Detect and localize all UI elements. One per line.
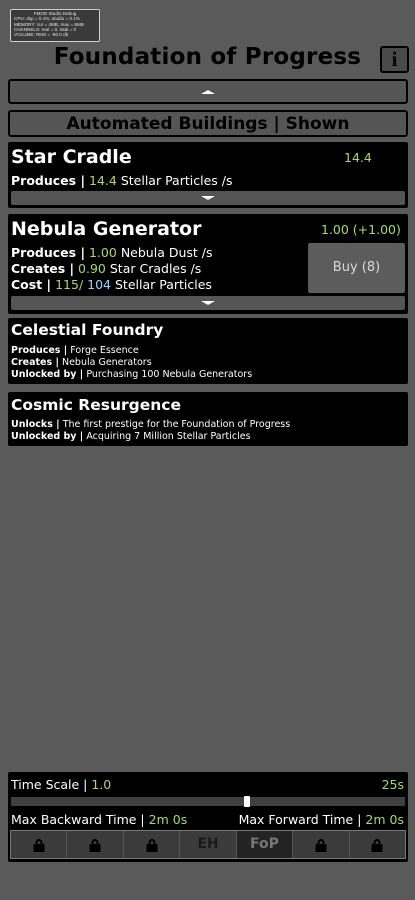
time-panel: Time Scale | 1.0 25s Max Backward Time |… <box>8 772 408 862</box>
collapse-up-button[interactable] <box>8 79 408 104</box>
locked-name: Cosmic Resurgence <box>11 396 181 414</box>
produces-value: 1.00 <box>89 245 117 260</box>
page-title: Foundation of Progress <box>53 44 362 70</box>
tab-locked-1[interactable] <box>11 831 68 858</box>
fmod-debug-overlay: FMOD Studio Debug CPU: dsp = 0.1%, studi… <box>10 9 100 42</box>
produces-label: Produces | <box>11 245 86 260</box>
automated-buildings-toggle[interactable]: Automated Buildings | Shown <box>8 110 408 137</box>
max-backward-value: 2m 0s <box>148 812 188 827</box>
lock-icon <box>89 839 101 852</box>
lock-icon <box>315 839 327 852</box>
expand-nebula-generator-button[interactable] <box>10 295 406 311</box>
building-name: Nebula Generator <box>11 218 202 240</box>
creates-value: 0.90 <box>78 261 106 276</box>
layer-tabs: EH FoP <box>10 830 406 859</box>
creates-label: Creates | <box>11 261 75 276</box>
locked-card-cosmic-resurgence: Cosmic Resurgence Unlocks | The first pr… <box>8 392 408 446</box>
buy-nebula-generator-button[interactable]: Buy (8) <box>308 243 405 293</box>
cost-required: 104 <box>87 277 112 292</box>
chevron-down-icon <box>201 196 215 200</box>
cost-label: Cost | <box>11 277 52 292</box>
info-button[interactable]: i <box>380 46 409 73</box>
locked-row: Creates | Nebula Generators <box>11 357 152 368</box>
locked-card-celestial-foundry: Celestial Foundry Produces | Forge Essen… <box>8 318 408 384</box>
max-backward-label: Max Backward Time | <box>11 812 145 827</box>
building-count: 1.00 (+1.00) <box>321 222 401 237</box>
produces-unit: Nebula Dust /s <box>120 245 213 260</box>
building-card-star-cradle: Star Cradle 14.4 Produces | 14.4 Stellar… <box>8 142 408 208</box>
automated-buildings-label: Automated Buildings | Shown <box>66 114 350 134</box>
produces-label: Produces | <box>11 173 86 188</box>
tab-locked-2[interactable] <box>67 831 124 858</box>
lock-icon <box>33 839 45 852</box>
locked-row: Unlocked by | Acquiring 7 Million Stella… <box>11 431 251 442</box>
debug-line: VOLUME: RMS = -80.0 db <box>14 32 69 38</box>
time-scale-label: Time Scale | <box>11 777 88 792</box>
max-forward-label: Max Forward Time | <box>238 812 362 827</box>
creates-unit: Star Cradles /s <box>109 261 202 276</box>
building-name: Star Cradle <box>11 146 132 168</box>
chevron-down-icon <box>201 301 215 305</box>
cost-current: 115/ <box>55 277 84 292</box>
chevron-up-icon <box>201 89 215 94</box>
building-count: 14.4 <box>344 150 372 165</box>
produces-row: Produces | 1.00 Nebula Dust /s <box>11 245 213 260</box>
produces-value: 14.4 <box>89 173 117 188</box>
locked-row: Unlocks | The first prestige for the Fou… <box>11 419 291 430</box>
tab-fop[interactable]: FoP <box>236 831 294 858</box>
tab-locked-6[interactable] <box>293 831 350 858</box>
slider-thumb[interactable] <box>244 796 250 807</box>
max-forward-row: Max Forward Time | 2m 0s <box>239 812 404 827</box>
lock-icon <box>146 839 158 852</box>
stored-time: 25s <box>381 777 404 792</box>
lock-icon <box>371 839 383 852</box>
building-card-nebula-generator: Nebula Generator 1.00 (+1.00) Produces |… <box>8 214 408 314</box>
max-forward-value: 2m 0s <box>365 812 404 827</box>
cost-unit: Stellar Particles <box>115 277 212 292</box>
produces-unit: Stellar Particles /s <box>120 173 233 188</box>
creates-row: Creates | 0.90 Star Cradles /s <box>11 261 201 276</box>
tab-locked-7[interactable] <box>349 831 405 858</box>
cost-row: Cost | 115/ 104 Stellar Particles <box>11 277 212 292</box>
locked-row: Produces | Forge Essence <box>11 345 139 356</box>
tab-eh[interactable]: EH <box>180 831 237 858</box>
locked-name: Celestial Foundry <box>11 321 164 339</box>
produces-row: Produces | 14.4 Stellar Particles /s <box>11 173 232 188</box>
expand-star-cradle-button[interactable] <box>10 190 406 206</box>
max-backward-row: Max Backward Time | 2m 0s <box>11 812 187 827</box>
time-scale-row: Time Scale | 1.0 <box>11 777 111 792</box>
time-scale-value: 1.0 <box>91 777 112 792</box>
time-scale-slider[interactable] <box>11 796 405 807</box>
tab-locked-3[interactable] <box>123 831 181 858</box>
locked-row: Unlocked by | Purchasing 100 Nebula Gene… <box>11 369 253 380</box>
